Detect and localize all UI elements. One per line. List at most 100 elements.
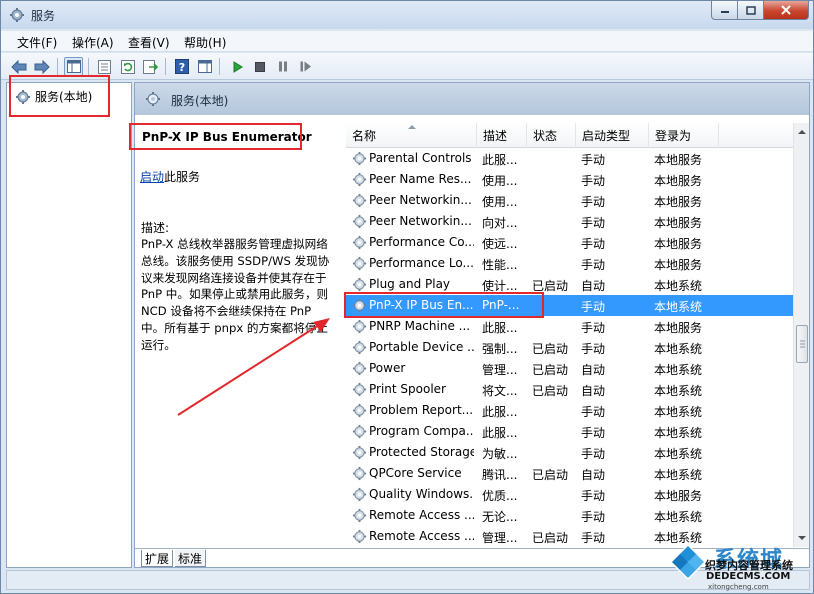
export-list-icon (143, 59, 158, 74)
service-logon-cell: 本地服务 (654, 153, 703, 167)
restart-service-button[interactable] (296, 57, 315, 76)
service-description-cell: 优质... (482, 489, 518, 503)
service-logon-cell: 本地系统 (654, 384, 703, 398)
tab-standard[interactable]: 标准 (175, 550, 207, 567)
table-row[interactable]: Power 管理... 已启动 自动 本地系统 (346, 358, 793, 379)
properties-button[interactable] (95, 57, 114, 76)
table-row[interactable]: PNRP Machine ... 此服... 手动 本地服务 (346, 316, 793, 337)
service-startup-cell: 手动 (581, 237, 606, 251)
title-bar[interactable]: 服务 (1, 1, 813, 29)
service-status-cell: 已启动 (532, 531, 569, 545)
menu-action[interactable]: 操作(A) (72, 34, 114, 51)
column-status[interactable]: 状态 (527, 123, 576, 148)
table-row[interactable]: Performance Lo... 性能... 手动 本地服务 (346, 253, 793, 274)
table-row-selected[interactable]: PnP-X IP Bus En... PnP-... 手动 本地系统 (346, 295, 793, 316)
service-name-cell: Peer Networkin... (369, 214, 472, 228)
table-row[interactable]: Peer Networkin... 使用... 手动 本地服务 (346, 190, 793, 211)
scroll-up-arrow-icon[interactable] (797, 127, 807, 137)
table-row[interactable]: Quality Windows... 优质... 手动 本地服务 (346, 484, 793, 505)
service-logon-cell: 本地系统 (654, 279, 703, 293)
toolbar-separator (219, 58, 220, 75)
service-name-cell: QPCore Service (369, 466, 462, 480)
column-log-on-as[interactable]: 登录为 (649, 123, 719, 148)
service-gear-icon (352, 508, 367, 523)
service-gear-icon (352, 445, 367, 460)
back-arrow-icon (10, 59, 26, 74)
service-gear-icon (352, 256, 367, 271)
site-watermark: 系统城 织梦内容管理系统 DEDECMS.COM xitongcheng.com (662, 540, 812, 591)
service-status-cell: 已启动 (532, 279, 569, 293)
refresh-button[interactable] (118, 57, 137, 76)
service-logon-cell: 本地服务 (654, 195, 703, 209)
table-row[interactable]: Remote Access ... 无论... 手动 本地系统 (346, 505, 793, 526)
service-startup-cell: 自动 (581, 468, 606, 482)
service-logon-cell: 本地系统 (654, 468, 703, 482)
back-button[interactable] (9, 57, 28, 76)
service-gear-icon (352, 403, 367, 418)
pause-service-button[interactable] (273, 57, 292, 76)
close-button[interactable] (763, 1, 809, 20)
description-label: 描述: (141, 221, 170, 235)
service-gear-icon (352, 214, 367, 229)
minimize-button[interactable] (711, 1, 738, 20)
service-gear-icon (352, 340, 367, 355)
start-service-suffix: 此服务 (164, 170, 201, 184)
service-description-cell: 强制... (482, 342, 518, 356)
show-hide-action-pane-button[interactable] (195, 57, 214, 76)
column-startup-type[interactable]: 启动类型 (576, 123, 649, 148)
selected-service-name: PnP-X IP Bus Enumerator (142, 130, 312, 144)
service-gear-icon (352, 172, 367, 187)
services-gear-icon (16, 89, 30, 104)
service-description-cell: 无论... (482, 510, 518, 524)
minimize-icon (720, 11, 729, 13)
service-description-cell: 性能... (482, 258, 518, 272)
table-row[interactable]: Peer Networkin... 向对... 手动 本地服务 (346, 211, 793, 232)
pause-icon (278, 61, 287, 72)
service-name-cell: Peer Networkin... (369, 193, 472, 207)
table-row[interactable]: QPCore Service 腾讯... 已启动 自动 本地系统 (346, 463, 793, 484)
service-gear-icon (352, 382, 367, 397)
export-list-button[interactable] (141, 57, 160, 76)
vertical-scrollbar[interactable] (793, 123, 809, 547)
service-name-cell: Remote Access ... (369, 529, 474, 543)
menu-file[interactable]: 文件(F) (17, 34, 57, 51)
service-description-cell: 管理... (482, 363, 518, 377)
service-gear-icon (352, 487, 367, 502)
table-row[interactable]: Program Compa... 此服... 手动 本地系统 (346, 421, 793, 442)
watermark-line2: DEDECMS.COM (706, 571, 791, 582)
table-row[interactable]: Protected Storage 为敏... 手动 本地系统 (346, 442, 793, 463)
service-name-cell: Plug and Play (369, 277, 451, 291)
forward-button[interactable] (32, 57, 51, 76)
service-name-cell: Remote Access ... (369, 508, 474, 522)
service-description-panel: PnP-X IP Bus Enumerator 启动此服务 描述: PnP-X … (135, 115, 343, 547)
table-row[interactable]: Portable Device ... 强制... 已启动 手动 本地系统 (346, 337, 793, 358)
table-row[interactable]: Performance Co... 使远... 手动 本地服务 (346, 232, 793, 253)
service-status-cell: 已启动 (532, 363, 569, 377)
service-startup-cell: 手动 (581, 195, 606, 209)
tree-item-services-local[interactable]: 服务(本地) (15, 88, 92, 105)
help-book-icon: ? (174, 59, 189, 74)
help-button[interactable]: ? (172, 57, 191, 76)
menu-view[interactable]: 查看(V) (128, 34, 170, 51)
start-service-link[interactable]: 启动 (140, 170, 164, 184)
scrollbar-thumb[interactable] (796, 325, 808, 363)
table-row[interactable]: Parental Controls 此服... 手动 本地服务 (346, 148, 793, 169)
menu-help[interactable]: 帮助(H) (184, 34, 226, 51)
watermark-line3: xitongcheng.com (708, 583, 769, 591)
show-hide-tree-button[interactable] (64, 57, 83, 76)
service-name-cell: Problem Report... (369, 403, 474, 417)
start-service-button[interactable] (228, 57, 247, 76)
table-row[interactable]: Print Spooler 将文... 已启动 自动 本地系统 (346, 379, 793, 400)
table-row[interactable]: Peer Name Res... 使用... 手动 本地服务 (346, 169, 793, 190)
maximize-button[interactable] (737, 1, 764, 20)
service-startup-cell: 手动 (581, 489, 606, 503)
tab-extended[interactable]: 扩展 (141, 550, 174, 567)
service-description-cell: PnP-... (482, 298, 520, 312)
column-description[interactable]: 描述 (477, 123, 527, 148)
service-status-cell: 已启动 (532, 384, 569, 398)
service-logon-cell: 本地系统 (654, 405, 703, 419)
table-row[interactable]: Plug and Play 使计... 已启动 自动 本地系统 (346, 274, 793, 295)
table-row[interactable]: Problem Report... 此服... 手动 本地系统 (346, 400, 793, 421)
stop-service-button[interactable] (250, 57, 269, 76)
service-description-cell: 使用... (482, 174, 518, 188)
